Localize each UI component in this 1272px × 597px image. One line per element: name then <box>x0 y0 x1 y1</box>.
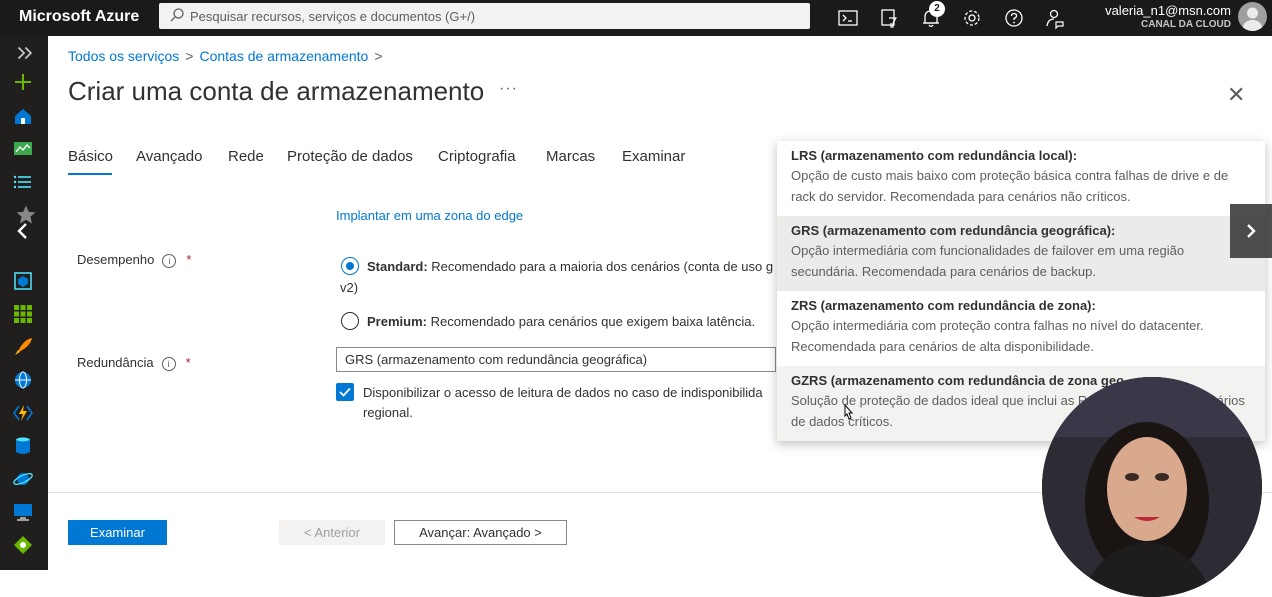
standard-description-wrap: v2) <box>340 280 359 295</box>
active-tab-indicator <box>68 173 112 175</box>
top-bar: Microsoft Azure Pesquisar recursos, serv… <box>0 0 1272 36</box>
next-advanced-button[interactable]: Avançar: Avançado > <box>394 520 567 545</box>
load-balancer-icon[interactable] <box>12 534 34 556</box>
tab-data-protection[interactable]: Proteção de dados <box>287 148 413 165</box>
settings-gear-icon[interactable] <box>960 6 984 30</box>
help-icon[interactable] <box>1002 6 1026 30</box>
redundancy-label-text: Redundância <box>77 355 154 370</box>
expand-menu-icon[interactable] <box>13 42 33 60</box>
notification-count-badge: 2 <box>929 1 945 17</box>
option-title: LRS (armazenamento com redundância local… <box>791 148 1078 163</box>
premium-label: Premium: <box>367 314 427 329</box>
search-placeholder: Pesquisar recursos, serviços e documento… <box>190 9 476 24</box>
feedback-icon[interactable] <box>1043 6 1067 30</box>
brand-title[interactable]: Microsoft Azure <box>19 8 139 26</box>
presenter-portrait-image <box>1042 377 1262 597</box>
previous-button[interactable]: < Anterior <box>279 520 385 545</box>
tab-networking[interactable]: Rede <box>228 148 264 165</box>
virtual-machines-icon[interactable] <box>12 501 34 523</box>
review-button[interactable]: Examinar <box>68 520 167 545</box>
performance-standard-option[interactable]: Standard: Recomendado para a maioria dos… <box>367 259 773 274</box>
global-search-input[interactable]: Pesquisar recursos, serviços e documento… <box>159 3 810 29</box>
quickstart-rocket-icon[interactable] <box>12 336 34 358</box>
info-icon[interactable]: i <box>162 253 177 268</box>
breadcrumb-separator: > <box>185 48 194 64</box>
tab-encryption[interactable]: Criptografia <box>438 148 516 165</box>
next-slide-button[interactable] <box>1230 204 1272 258</box>
function-app-icon[interactable] <box>12 402 34 424</box>
home-icon[interactable] <box>12 105 34 127</box>
performance-premium-radio[interactable] <box>341 312 359 330</box>
required-marker: * <box>185 355 191 370</box>
deploy-edge-zone-link[interactable]: Implantar em uma zona do edge <box>336 208 523 223</box>
tab-advanced[interactable]: Avançado <box>136 148 202 165</box>
resource-groups-icon[interactable] <box>12 270 34 292</box>
tab-basics[interactable]: Básico <box>68 148 113 165</box>
required-marker: * <box>186 252 192 267</box>
account-info[interactable]: valeria_n1@msn.com CANAL DA CLOUD <box>1105 3 1231 30</box>
more-options-button[interactable]: ··· <box>499 80 518 98</box>
option-description: Opção de custo mais baixo com proteção b… <box>791 168 1229 204</box>
mouse-cursor-icon <box>842 403 854 427</box>
standard-label: Standard: <box>367 259 428 274</box>
sql-database-icon[interactable] <box>12 435 34 457</box>
breadcrumb-separator: > <box>374 48 383 64</box>
close-icon[interactable]: ✕ <box>1227 82 1245 108</box>
option-title: GRS (armazenamento com redundância geogr… <box>791 223 1116 238</box>
option-grs[interactable]: GRS (armazenamento com redundância geogr… <box>777 216 1265 291</box>
performance-label-text: Desempenho <box>77 252 155 267</box>
performance-premium-option[interactable]: Premium: Recomendado para cenários que e… <box>367 314 755 329</box>
option-description: Opção intermediária com proteção contra … <box>791 318 1204 354</box>
account-directory: CANAL DA CLOUD <box>1141 19 1231 30</box>
tab-review[interactable]: Examinar <box>622 148 685 165</box>
search-icon <box>169 7 185 28</box>
option-description: Opção intermediária com funcionalidades … <box>791 243 1185 279</box>
account-email: valeria_n1@msn.com <box>1105 3 1231 18</box>
read-access-label: Disponibilizar o acesso de leitura de da… <box>363 385 763 420</box>
standard-description: Recomendado para a maioria dos cenários … <box>431 259 774 274</box>
presenter-webcam-overlay <box>1042 377 1262 597</box>
cloud-shell-icon[interactable] <box>836 6 860 30</box>
option-lrs[interactable]: LRS (armazenamento com redundância local… <box>777 141 1265 216</box>
collapse-chevron-icon[interactable] <box>12 220 34 242</box>
performance-standard-radio[interactable] <box>341 257 359 275</box>
app-services-globe-icon[interactable] <box>12 369 34 391</box>
redundancy-select[interactable]: GRS (armazenamento com redundância geogr… <box>336 347 776 372</box>
favorites-star-icon <box>15 204 36 224</box>
avatar[interactable] <box>1238 2 1267 31</box>
breadcrumb-storage-accounts[interactable]: Contas de armazenamento <box>199 48 368 64</box>
read-access-checkbox[interactable] <box>336 383 354 401</box>
breadcrumb: Todos os serviços > Contas de armazenament… <box>68 48 389 64</box>
all-resources-grid-icon[interactable] <box>12 303 34 325</box>
left-navigation <box>0 36 48 570</box>
dashboard-icon[interactable] <box>12 138 34 160</box>
info-icon[interactable]: i <box>161 356 176 371</box>
premium-description: Recomendado para cenários que exigem bai… <box>430 314 756 329</box>
create-resource-icon[interactable] <box>12 71 34 93</box>
option-zrs[interactable]: ZRS (armazenamento com redundância de zo… <box>777 291 1265 366</box>
cosmos-db-icon[interactable] <box>12 468 34 490</box>
option-title: ZRS (armazenamento com redundância de zo… <box>791 298 1096 313</box>
page-title: Criar uma conta de armazenamento <box>68 76 485 106</box>
directory-filter-icon[interactable] <box>877 6 901 30</box>
chevron-right-icon <box>1247 224 1256 238</box>
redundancy-label: Redundância i * <box>77 355 191 371</box>
breadcrumb-all-services[interactable]: Todos os serviços <box>68 48 179 64</box>
tab-tags[interactable]: Marcas <box>546 148 595 165</box>
all-services-icon[interactable] <box>12 171 34 193</box>
performance-label: Desempenho i * <box>77 252 191 268</box>
